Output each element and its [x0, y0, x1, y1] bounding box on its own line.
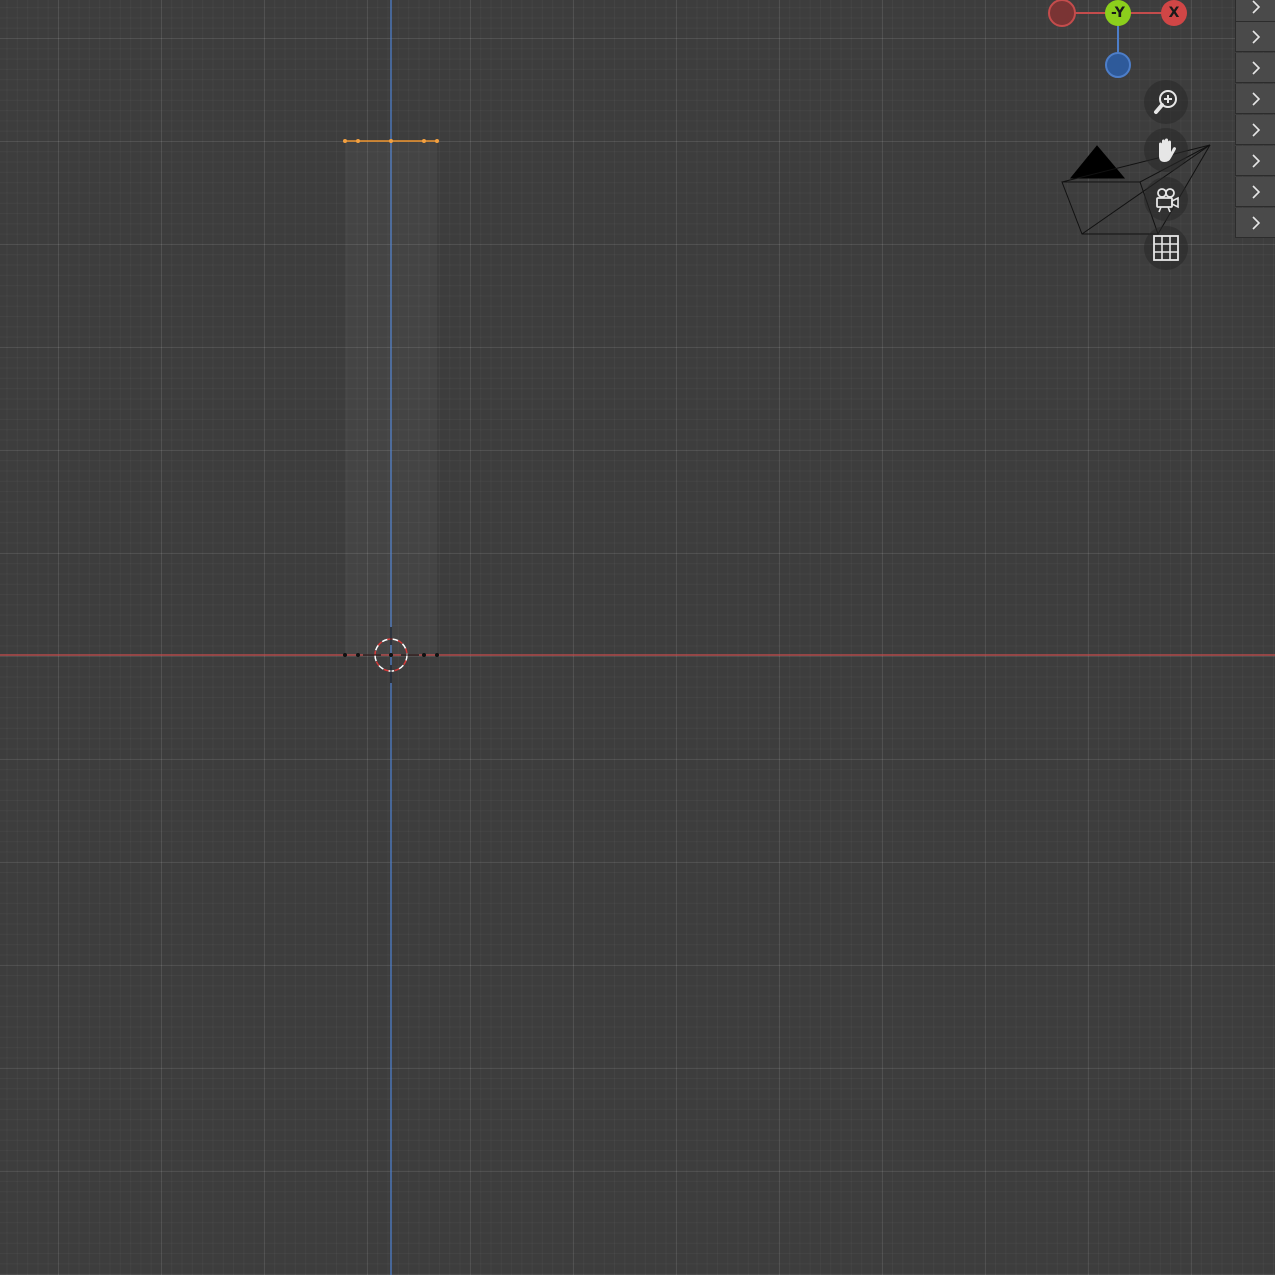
chevron-right-icon	[1251, 0, 1260, 14]
chevron-right-icon	[1251, 91, 1260, 106]
zoom-button[interactable]	[1144, 80, 1188, 124]
pan-button[interactable]	[1144, 128, 1188, 172]
3d-viewport[interactable]: -Y X	[0, 0, 1275, 1275]
sidebar-tab-8[interactable]	[1235, 208, 1275, 238]
camera-view-button[interactable]	[1144, 177, 1188, 221]
grid-ortho-icon	[1153, 235, 1179, 261]
chevron-right-icon	[1251, 122, 1260, 137]
scene-overlay	[0, 0, 1275, 1275]
sidebar-tab-4[interactable]	[1235, 84, 1275, 114]
sidebar-tab-5[interactable]	[1235, 115, 1275, 145]
selected-mesh-object[interactable]	[343, 139, 439, 657]
hand-pan-icon	[1159, 138, 1176, 162]
perspective-toggle-button[interactable]	[1144, 226, 1188, 270]
chevron-right-icon	[1251, 215, 1260, 230]
chevron-right-icon	[1251, 184, 1260, 199]
gizmo-x-negative	[1048, 0, 1076, 27]
chevron-right-icon	[1251, 29, 1260, 44]
sidebar-tab-2[interactable]	[1235, 22, 1275, 52]
camera-view-icon	[1156, 188, 1179, 213]
sidebar-tab-1[interactable]	[1235, 0, 1275, 22]
zoom-icon	[1154, 90, 1177, 114]
gizmo-x-label[interactable]: X	[1161, 0, 1187, 26]
sidebar-tab-3[interactable]	[1235, 53, 1275, 83]
camera-object[interactable]	[1061, 144, 1211, 235]
chevron-right-icon	[1251, 60, 1260, 75]
gizmo-y-label[interactable]: -Y	[1105, 0, 1131, 26]
chevron-right-icon	[1251, 153, 1260, 168]
sidebar-tab-7[interactable]	[1235, 177, 1275, 207]
gizmo-z-negative	[1105, 52, 1131, 78]
sidebar-tab-6[interactable]	[1235, 146, 1275, 176]
